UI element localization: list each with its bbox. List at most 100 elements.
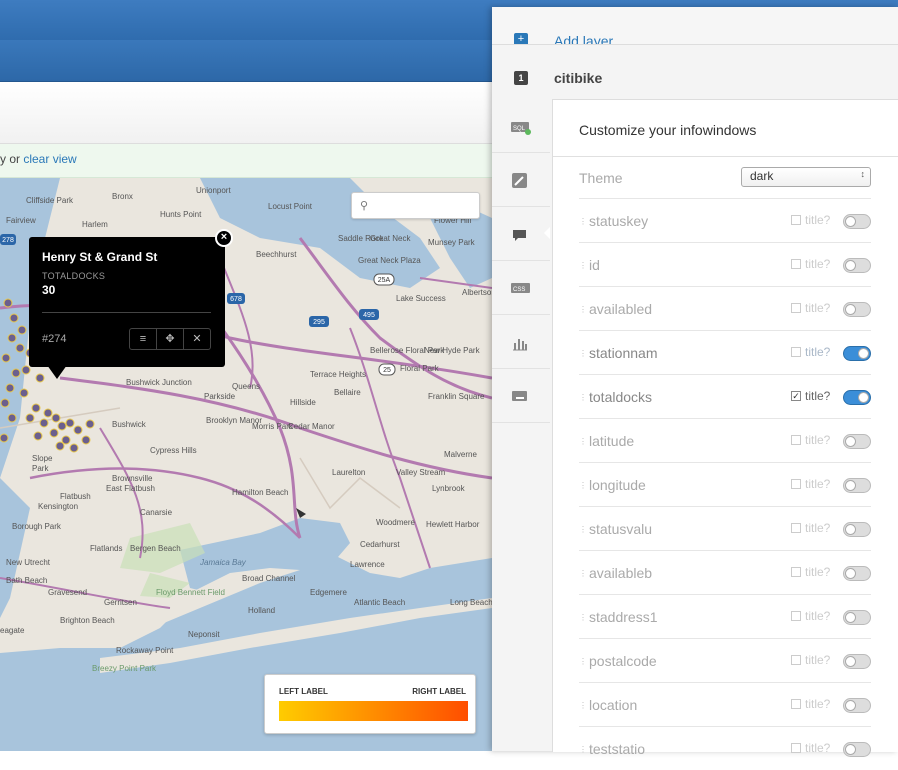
title-checkbox[interactable] xyxy=(791,303,801,313)
title-checkbox[interactable] xyxy=(791,699,801,709)
title-checkbox-label: title? xyxy=(805,521,831,535)
map-label: Brownsville xyxy=(112,474,153,483)
map-label: Bronx xyxy=(112,192,133,201)
field-toggle[interactable] xyxy=(843,302,871,317)
sql-icon: SQL xyxy=(511,122,531,135)
infowindow-divider xyxy=(42,312,211,313)
drag-handle-icon[interactable]: ⋮ xyxy=(579,701,587,710)
map-infowindow: Henry St & Grand St TOTALDOCKS 30 #274 ≡… xyxy=(29,229,233,379)
svg-text:25: 25 xyxy=(383,367,391,374)
title-checkbox[interactable] xyxy=(791,611,801,621)
legend-button[interactable] xyxy=(492,315,550,369)
title-checkbox-label: title? xyxy=(805,741,831,755)
field-toggle[interactable] xyxy=(843,610,871,625)
drag-handle-icon[interactable]: ⋮ xyxy=(579,305,587,314)
map-label: Great Neck xyxy=(370,234,411,243)
map-label: Unionport xyxy=(196,186,231,195)
drag-handle-icon[interactable]: ⋮ xyxy=(579,261,587,270)
title-checkbox[interactable]: ✓ xyxy=(791,391,801,401)
drag-handle-icon[interactable]: ⋮ xyxy=(579,481,587,490)
field-name: statusvalu xyxy=(589,521,653,537)
tooltip-button[interactable] xyxy=(492,369,550,423)
toggle-knob xyxy=(845,744,856,755)
title-checkbox[interactable] xyxy=(791,435,801,445)
legend-icon xyxy=(513,339,527,351)
field-toggle[interactable] xyxy=(843,522,871,537)
sql-button[interactable]: SQL xyxy=(492,99,550,153)
drag-handle-icon[interactable]: ⋮ xyxy=(579,349,587,358)
map-label: Hamilton Beach xyxy=(232,488,289,497)
drag-handle-icon[interactable]: ⋮ xyxy=(579,613,587,622)
drag-handle-icon[interactable]: ⋮ xyxy=(579,393,587,402)
map-label: Neponsit xyxy=(188,630,220,639)
clear-view-link[interactable]: clear view xyxy=(23,152,76,166)
css-button[interactable]: CSS xyxy=(492,261,550,315)
field-name: availabled xyxy=(589,301,653,317)
title-checkbox[interactable] xyxy=(791,567,801,577)
title-checkbox-label: title? xyxy=(805,345,831,359)
title-checkbox[interactable] xyxy=(791,655,801,665)
field-toggle[interactable] xyxy=(843,698,871,713)
drag-handle-icon[interactable]: ⋮ xyxy=(579,745,587,754)
map-label: Bushwick Junction xyxy=(126,378,192,387)
field-toggle[interactable] xyxy=(843,346,871,361)
field-toggle[interactable] xyxy=(843,654,871,669)
title-checkbox-label: title? xyxy=(805,301,831,315)
toggle-knob xyxy=(845,304,856,315)
toolbar-area xyxy=(0,82,500,144)
wizard-button[interactable] xyxy=(492,153,550,207)
svg-text:SQL: SQL xyxy=(513,126,526,132)
map-view[interactable]: 678 295 495 25A 25 278 Cliffside Park Fa… xyxy=(0,178,492,751)
title-checkbox[interactable] xyxy=(791,215,801,225)
map-label: Floral Park xyxy=(400,364,439,373)
field-row: ⋮ id title? xyxy=(579,242,871,286)
toggle-knob xyxy=(858,348,869,359)
map-label: Laurelton xyxy=(332,468,366,477)
field-row: ⋮ stationnam title? xyxy=(579,330,871,374)
delete-icon[interactable]: ✕ xyxy=(184,329,210,349)
layer-panel: 1 citibike SQL CSS Customize your infowi… xyxy=(492,44,898,757)
field-toggle[interactable] xyxy=(843,742,871,757)
title-checkbox[interactable] xyxy=(791,259,801,269)
map-label: Lawrence xyxy=(350,560,385,569)
svg-text:CSS: CSS xyxy=(513,287,525,293)
divider xyxy=(553,156,898,157)
theme-select[interactable]: dark ↕ xyxy=(741,167,871,187)
map-search-box[interactable]: ⚲ xyxy=(351,192,480,219)
field-toggle[interactable] xyxy=(843,566,871,581)
layer-name[interactable]: citibike xyxy=(554,70,602,86)
map-label: Beechhurst xyxy=(256,250,297,259)
menu-icon[interactable]: ≡ xyxy=(130,329,157,349)
wizard-brush-icon xyxy=(512,173,527,188)
close-icon[interactable]: × xyxy=(215,229,233,247)
map-label: Lake Success xyxy=(396,294,446,303)
drag-handle-icon[interactable]: ⋮ xyxy=(579,657,587,666)
field-toggle[interactable] xyxy=(843,258,871,273)
title-checkbox[interactable] xyxy=(791,523,801,533)
map-label: Slope xyxy=(32,454,53,463)
title-checkbox[interactable] xyxy=(791,479,801,489)
title-checkbox[interactable] xyxy=(791,743,801,753)
map-label: Cedar Manor xyxy=(288,422,335,431)
map-label: Morris Park xyxy=(252,422,293,431)
field-toggle[interactable] xyxy=(843,434,871,449)
field-row: ⋮ postalcode title? xyxy=(579,638,871,682)
infowindow-settings: Customize your infowindows Theme dark ↕ … xyxy=(552,99,898,757)
map-label: eagate xyxy=(0,626,25,635)
title-checkbox[interactable] xyxy=(791,347,801,357)
drag-handle-icon[interactable]: ⋮ xyxy=(579,217,587,226)
move-icon[interactable]: ✥ xyxy=(157,329,184,349)
legend-right-label: RIGHT LABEL xyxy=(412,687,466,696)
select-arrows-icon: ↕ xyxy=(860,169,866,179)
field-toggle[interactable] xyxy=(843,390,871,405)
field-toggle[interactable] xyxy=(843,478,871,493)
theme-select-value: dark xyxy=(750,169,774,183)
drag-handle-icon[interactable]: ⋮ xyxy=(579,569,587,578)
field-toggle[interactable] xyxy=(843,214,871,229)
drag-handle-icon[interactable]: ⋮ xyxy=(579,437,587,446)
map-label: Cliffside Park xyxy=(26,196,73,205)
field-row: ⋮ statusvalu title? xyxy=(579,506,871,550)
infowindow-button[interactable] xyxy=(492,207,550,261)
map-label: New Utrecht xyxy=(6,558,51,567)
drag-handle-icon[interactable]: ⋮ xyxy=(579,525,587,534)
